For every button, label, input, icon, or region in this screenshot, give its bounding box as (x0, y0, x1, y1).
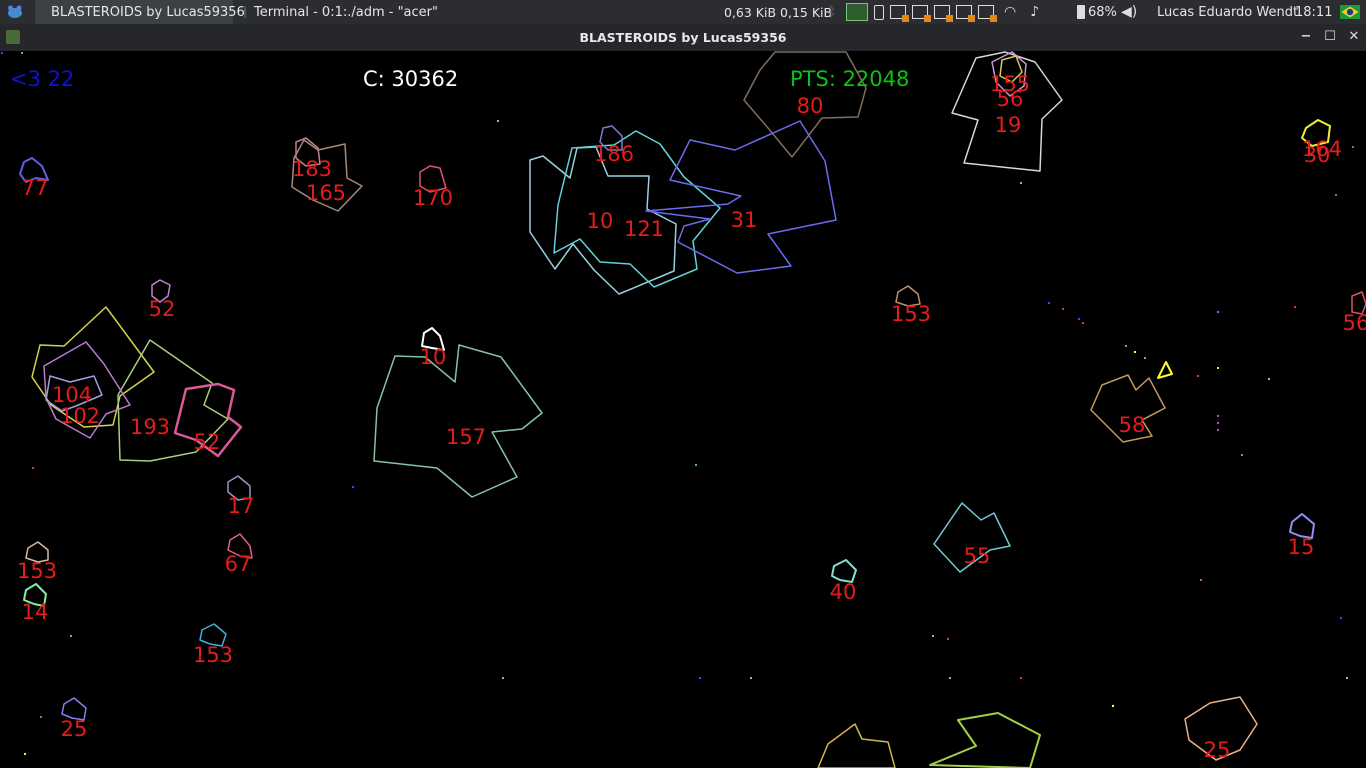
asteroid-health-label: 183 (291, 157, 333, 181)
asteroid-health-label: 121 (623, 217, 665, 241)
asteroid (951, 51, 1063, 172)
net-speed: 0,63 KiB 0,15 KiB (724, 4, 833, 20)
credits-display: C: 30362 (363, 67, 459, 91)
asteroid-health-label: 153 (192, 643, 234, 667)
close-button[interactable]: ✕ (1345, 28, 1363, 46)
asteroid-health-label: 52 (148, 297, 176, 321)
asteroid-health-label: 40 (829, 580, 857, 604)
monitor-icon[interactable] (846, 3, 868, 21)
asteroid-health-label: 15 (1287, 535, 1315, 559)
xfce-mouse-icon (8, 5, 22, 18)
game-canvas[interactable]: 80 155 56 19 164 30 77 183 165 170 186 10 121 31 52 153… (0, 51, 1366, 768)
system-tray: ᛒ ◠ ♪ (828, 0, 1039, 24)
asteroid (373, 344, 543, 498)
clock[interactable]: 18:11 (1295, 0, 1332, 24)
asteroid-health-label: 30 (1303, 143, 1331, 167)
asteroid-health-label: 67 (224, 552, 252, 576)
lives-display: <3 22 (10, 67, 75, 91)
wifi-icon[interactable]: ◠ (1004, 4, 1016, 20)
terminal-icon (244, 6, 247, 18)
minimize-button[interactable]: − (1297, 28, 1315, 46)
task-blasteroids[interactable]: BLASTEROIDS by Lucas59356 (35, 0, 245, 24)
player-ship[interactable] (1157, 361, 1173, 379)
asteroid-health-label: 25 (1203, 738, 1231, 762)
task-terminal[interactable]: Terminal - 0:1:./adm - "acer" (238, 0, 438, 24)
taskbar: BLASTEROIDS by Lucas59356 Terminal - 0:1… (0, 0, 1366, 24)
bluetooth-icon[interactable]: ᛒ (828, 5, 840, 20)
asteroid-health-label: 55 (963, 544, 991, 568)
asteroid-health-label: 157 (445, 425, 487, 449)
asteroid-health-label: 14 (21, 600, 49, 624)
asteroid-health-label: 186 (593, 142, 635, 166)
asteroid-health-label: 153 (890, 302, 932, 326)
asteroid-health-label: 102 (59, 404, 101, 428)
asteroid-health-label: 17 (227, 494, 255, 518)
asteroid (553, 130, 721, 288)
brazil-flag-icon[interactable] (1340, 0, 1360, 24)
asteroid-health-label: 153 (16, 559, 58, 583)
battery[interactable]: 68% (1077, 0, 1117, 24)
task-label: Terminal - 0:1:./adm - "acer" (254, 4, 438, 20)
maximize-button[interactable]: ☐ (1321, 28, 1339, 46)
download-icon[interactable] (890, 5, 909, 22)
asteroid-health-label: 10 (419, 345, 447, 369)
download-icon[interactable] (934, 5, 953, 22)
asteroid-health-label: 31 (730, 208, 758, 232)
download-icon[interactable] (956, 5, 975, 22)
asteroid-health-label: 165 (305, 181, 347, 205)
asteroid (817, 723, 896, 768)
volume-icon[interactable]: ◀) (1121, 0, 1137, 24)
asteroid-health-label: 193 (129, 415, 171, 439)
asteroid-health-label: 10 (586, 209, 614, 233)
asteroid-health-label: 56 (1342, 311, 1366, 335)
asteroid-health-label: 52 (193, 430, 221, 454)
asteroid (831, 559, 857, 583)
menu-button[interactable] (4, 0, 26, 24)
window-titlebar[interactable]: BLASTEROIDS by Lucas59356 − ☐ ✕ (0, 24, 1366, 51)
user-name[interactable]: Lucas Eduardo Wendt (1157, 0, 1298, 24)
asteroid-health-label: 58 (1118, 413, 1146, 437)
points-display: PTS: 22048 (790, 67, 910, 91)
bell-icon[interactable]: ♪ (1030, 4, 1039, 20)
asteroid-health-label: 19 (994, 113, 1022, 137)
battery-icon (1077, 5, 1085, 19)
task-label: BLASTEROIDS by Lucas59356 (51, 4, 245, 20)
asteroid-health-label: 80 (796, 94, 824, 118)
download-icon[interactable] (912, 5, 931, 22)
window-title: BLASTEROIDS by Lucas59356 (579, 30, 787, 45)
phone-icon[interactable] (874, 4, 884, 20)
asteroid (929, 712, 1041, 768)
asteroid-health-label: 77 (21, 176, 49, 200)
asteroid-health-label: 170 (412, 186, 454, 210)
asteroid-health-label: 56 (996, 87, 1024, 111)
download-icon[interactable] (978, 5, 997, 22)
battery-percent: 68% (1088, 4, 1117, 20)
asteroid-health-label: 25 (60, 717, 88, 741)
